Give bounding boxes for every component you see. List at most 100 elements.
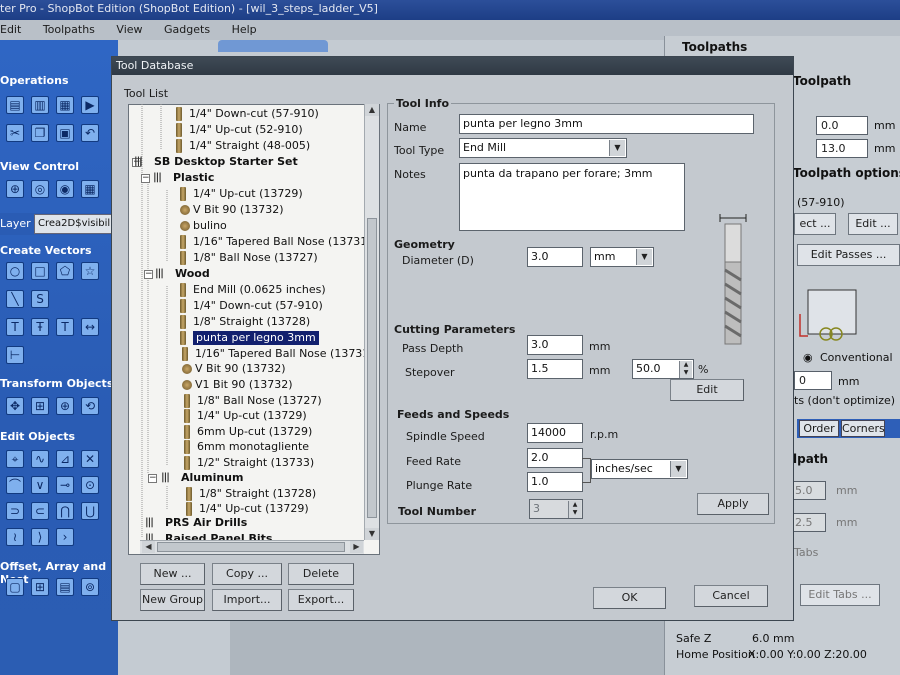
- stepover-percent-input[interactable]: 50.0 ▲ ▼: [632, 359, 694, 379]
- feed-rate-input[interactable]: 2.0: [527, 448, 583, 468]
- diameter-unit-select[interactable]: mm ▼: [590, 247, 654, 267]
- stepover-input[interactable]: 1.5: [527, 359, 583, 379]
- subtract-icon[interactable]: ⊂: [31, 502, 49, 520]
- text-on-curve-icon[interactable]: Ŧ: [31, 318, 49, 336]
- tree-group-item[interactable]: PRS Air Drills: [165, 516, 247, 530]
- smooth-icon[interactable]: ∿: [31, 450, 49, 468]
- star-icon[interactable]: ☆: [81, 262, 99, 280]
- circular-array-icon[interactable]: ⊚: [81, 578, 99, 596]
- dimension-icon[interactable]: ↔: [81, 318, 99, 336]
- new-group-button[interactable]: New Group: [140, 589, 205, 611]
- notes-textarea[interactable]: punta da trapano per forare; 3mm: [459, 163, 685, 231]
- zoom-icon[interactable]: ⊕: [6, 180, 24, 198]
- tab-order[interactable]: Order: [799, 420, 839, 437]
- tree-tool-item[interactable]: V Bit 90 (13732): [195, 362, 286, 376]
- spinner-icon[interactable]: ▲ ▼: [568, 501, 581, 518]
- measure-icon[interactable]: ⊢: [6, 346, 24, 364]
- rotate-icon[interactable]: ⟲: [81, 397, 99, 415]
- scroll-left-icon[interactable]: ◀: [142, 541, 155, 553]
- import-button[interactable]: Import...: [212, 589, 282, 611]
- menu-help[interactable]: Help: [232, 23, 257, 36]
- tree-tool-item[interactable]: 1/2" Straight (13733): [197, 456, 314, 470]
- view-grid-icon[interactable]: ▦: [81, 180, 99, 198]
- text-icon[interactable]: T: [6, 318, 24, 336]
- scroll-up-icon[interactable]: ▲: [365, 104, 379, 116]
- edit-tool-button[interactable]: Edit ...: [848, 213, 898, 235]
- curve-icon[interactable]: S: [31, 290, 49, 308]
- weld-icon[interactable]: ⊃: [6, 502, 24, 520]
- line-icon[interactable]: ╲: [6, 290, 24, 308]
- align-icon[interactable]: ⊞: [31, 397, 49, 415]
- tree-tool-item[interactable]: 1/4" Up-cut (13729): [193, 187, 303, 201]
- undo-icon[interactable]: ↶: [81, 124, 99, 142]
- tree-tool-item[interactable]: 1/8" Straight (13728): [193, 315, 310, 329]
- paste-icon[interactable]: ▣: [56, 124, 74, 142]
- scroll-right-icon[interactable]: ▶: [350, 541, 363, 553]
- array-icon[interactable]: ⊞: [31, 578, 49, 596]
- edit-passes-button[interactable]: Edit Passes ...: [797, 244, 900, 266]
- edit-tabs-button[interactable]: Edit Tabs ...: [800, 584, 880, 606]
- extend-icon[interactable]: ⊸: [56, 476, 74, 494]
- fillet-icon[interactable]: ⌒: [6, 476, 24, 494]
- new-file-icon[interactable]: ▤: [6, 96, 24, 114]
- tree-group-item[interactable]: Plastic: [173, 171, 214, 185]
- boolean-icon[interactable]: ⋃: [81, 502, 99, 520]
- offset-icon[interactable]: ▢: [6, 578, 24, 596]
- conventional-radio[interactable]: ◉: [803, 351, 813, 364]
- spindle-speed-input[interactable]: 14000: [527, 423, 583, 443]
- rate-unit-select[interactable]: inches/sec ▼: [591, 459, 688, 479]
- tree-tool-item[interactable]: V1 Bit 90 (13732): [195, 378, 293, 392]
- tree-tool-item-selected[interactable]: punta per legno 3mm: [193, 331, 319, 345]
- move-icon[interactable]: ✥: [6, 397, 24, 415]
- plunge-rate-input[interactable]: 1.0: [527, 472, 583, 492]
- tab-length-input[interactable]: 5.0: [790, 481, 826, 500]
- chamfer-icon[interactable]: ∨: [31, 476, 49, 494]
- scale-icon[interactable]: ⊕: [56, 397, 74, 415]
- tree-tool-item[interactable]: 1/8" Ball Nose (13727): [197, 394, 322, 408]
- text-arc-icon[interactable]: T: [56, 318, 74, 336]
- diameter-input[interactable]: 3.0: [527, 247, 583, 267]
- chevron-down-icon[interactable]: ▼: [636, 249, 652, 265]
- tree-tool-item[interactable]: 1/4" Up-cut (52-910): [189, 123, 303, 137]
- tree-tool-item[interactable]: 1/4" Up-cut (13729): [199, 502, 309, 516]
- layer-select[interactable]: Crea2D$visibili: [34, 214, 118, 234]
- tree-tool-item[interactable]: bulino: [193, 219, 227, 233]
- rectangle-icon[interactable]: □: [31, 262, 49, 280]
- mirror-icon[interactable]: ⟩: [31, 528, 49, 546]
- tree-expander-icon[interactable]: −: [144, 270, 153, 279]
- tree-tool-item[interactable]: 1/8" Straight (13728): [199, 487, 316, 501]
- spinner-icon[interactable]: ▲ ▼: [679, 361, 692, 378]
- curve-fit-icon[interactable]: ≀: [6, 528, 24, 546]
- cut-icon[interactable]: ✂: [6, 124, 24, 142]
- tree-group-item[interactable]: Wood: [175, 267, 210, 281]
- open-file-icon[interactable]: ▥: [31, 96, 49, 114]
- join-icon[interactable]: ⊿: [56, 450, 74, 468]
- copy-icon[interactable]: ❐: [31, 124, 49, 142]
- copy-button[interactable]: Copy ...: [212, 563, 282, 585]
- cancel-button[interactable]: Cancel: [694, 585, 768, 607]
- apply-button[interactable]: Apply: [697, 493, 769, 515]
- new-button[interactable]: New ...: [140, 563, 205, 585]
- polygon-icon[interactable]: ⬠: [56, 262, 74, 280]
- intersect-icon[interactable]: ⋂: [56, 502, 74, 520]
- save-file-icon[interactable]: ▦: [56, 96, 74, 114]
- tree-tool-item[interactable]: V Bit 90 (13732): [193, 203, 284, 217]
- menu-view[interactable]: View: [116, 23, 142, 36]
- circle-icon[interactable]: ○: [6, 262, 24, 280]
- nest-icon[interactable]: ▤: [56, 578, 74, 596]
- tree-tool-item[interactable]: 6mm Up-cut (13729): [197, 425, 312, 439]
- edit-cutting-button[interactable]: Edit: [670, 379, 744, 401]
- chevron-down-icon[interactable]: ▼: [670, 461, 686, 477]
- scroll-down-icon[interactable]: ▼: [365, 528, 379, 540]
- tree-tool-item[interactable]: 1/4" Down-cut (57-910): [189, 107, 319, 121]
- tab-thickness-input[interactable]: 2.5: [790, 513, 826, 532]
- tree-expander-icon[interactable]: −: [148, 474, 157, 483]
- tab-corners[interactable]: Corners: [841, 420, 885, 437]
- delete-button[interactable]: Delete: [288, 563, 354, 585]
- ok-button[interactable]: OK: [593, 587, 666, 609]
- menu-toolpaths[interactable]: Toolpaths: [43, 23, 95, 36]
- menu-edit[interactable]: Edit: [0, 23, 21, 36]
- tree-tool-item[interactable]: 1/4" Down-cut (57-910): [193, 299, 323, 313]
- workspace-tab[interactable]: [218, 40, 328, 52]
- pass-depth-input[interactable]: 3.0: [527, 335, 583, 355]
